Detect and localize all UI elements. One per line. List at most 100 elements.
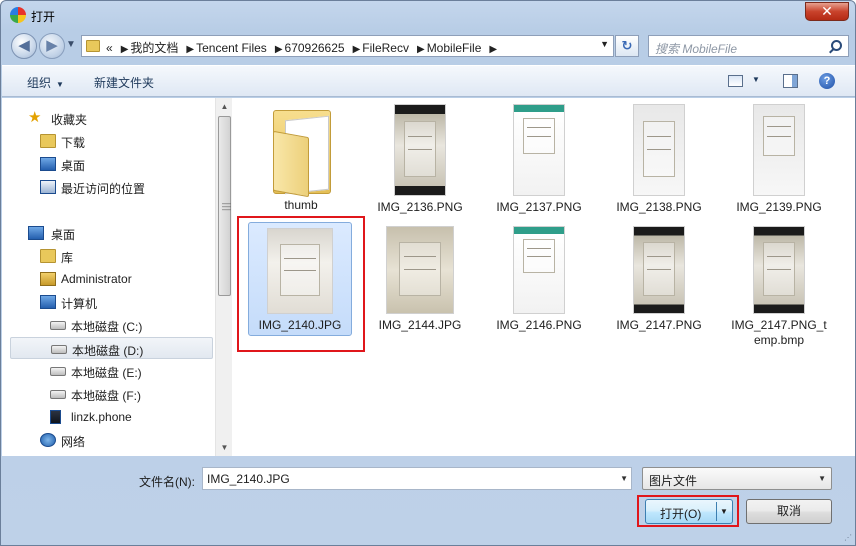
breadcrumb-item[interactable]: MobileFile: [427, 41, 482, 55]
sidebar-item-label: 桌面: [61, 159, 86, 173]
file-item[interactable]: IMG_2137.PNG: [480, 104, 598, 215]
image-thumbnail: [633, 226, 685, 314]
chevron-right-icon[interactable]: ▶: [353, 44, 361, 55]
close-button[interactable]: ✕: [805, 2, 849, 21]
filename-label: 文件名(N):: [139, 475, 195, 489]
breadcrumb-item[interactable]: FileRecv: [362, 41, 409, 55]
recent-pages-dropdown-icon[interactable]: ▼: [66, 39, 76, 50]
network-icon: [40, 433, 56, 447]
sidebar-item-label: 最近访问的位置: [61, 182, 146, 196]
file-name: thumb: [284, 198, 318, 212]
image-thumbnail: [753, 104, 805, 196]
file-name: IMG_2146.PNG: [496, 318, 582, 332]
chevron-down-icon[interactable]: ▼: [620, 474, 628, 483]
sidebar-item-label: Administrator: [61, 272, 132, 286]
image-thumbnail: [386, 226, 454, 314]
star-icon: ★: [28, 109, 42, 126]
recent-places-icon: [40, 180, 56, 194]
sidebar-item-drive-d[interactable]: 本地磁盘 (D:): [10, 337, 213, 359]
address-bar[interactable]: «▶ 我的文档 ▶ Tencent Files ▶ 670926625 ▶ FileRecv ▶…: [81, 35, 614, 57]
sidebar-item-network[interactable]: 网络: [16, 429, 221, 451]
chevron-right-icon[interactable]: ▶: [275, 44, 283, 55]
scroll-down-icon[interactable]: ▼: [216, 439, 233, 456]
file-item[interactable]: IMG_2147.PNG: [600, 226, 718, 333]
file-item[interactable]: IMG_2136.PNG: [361, 104, 479, 215]
sidebar-item-label: 本地磁盘 (F:): [71, 389, 141, 403]
organize-button[interactable]: 组织 ▼: [27, 74, 64, 91]
file-name: IMG_2138.PNG: [616, 200, 702, 214]
image-thumbnail: [753, 226, 805, 314]
file-list: thumb IMG_2136.PNG IMG_2137.PNG IMG_2138…: [234, 98, 855, 456]
sidebar-item-drive-e[interactable]: 本地磁盘 (E:): [16, 360, 221, 382]
view-options-dropdown-icon[interactable]: ▼: [752, 75, 760, 84]
sidebar-item-libraries[interactable]: 库: [16, 245, 221, 267]
image-thumbnail: [513, 226, 565, 314]
change-view-icon[interactable]: [728, 75, 743, 87]
filename-field[interactable]: IMG_2140.JPG ▼: [202, 467, 632, 490]
breadcrumb-overflow[interactable]: «: [106, 41, 113, 55]
help-icon[interactable]: ?: [819, 73, 835, 89]
file-item[interactable]: IMG_2144.JPG: [361, 226, 479, 333]
new-folder-button[interactable]: 新建文件夹: [94, 74, 154, 91]
file-item[interactable]: IMG_2138.PNG: [600, 104, 718, 215]
organize-label: 组织: [27, 76, 52, 90]
chevron-right-icon[interactable]: ▶: [417, 44, 425, 55]
sidebar-item-drive-f[interactable]: 本地磁盘 (F:): [16, 383, 221, 405]
chevron-right-icon[interactable]: ▶: [121, 44, 129, 55]
navigation-bar: ◀ ▶ ▼ «▶ 我的文档 ▶ Tencent Files ▶ 670926625 ▶ Fil…: [1, 31, 855, 61]
toolbar: 组织 ▼ 新建文件夹 ▼ ?: [2, 65, 855, 97]
sidebar-scrollbar[interactable]: ▲ — — — ▼: [215, 98, 232, 456]
sidebar-item-administrator[interactable]: Administrator: [16, 268, 221, 290]
scroll-up-icon[interactable]: ▲: [216, 98, 233, 115]
file-item-folder[interactable]: thumb: [242, 104, 360, 213]
sidebar-item-favorites[interactable]: ★ 收藏夹: [16, 107, 221, 129]
forward-button[interactable]: ▶: [39, 33, 65, 59]
search-input[interactable]: 搜索 MobileFile: [648, 35, 849, 57]
sidebar-item-label: 下载: [61, 136, 86, 150]
sidebar-item-label: 收藏夹: [51, 113, 88, 127]
file-name: IMG_2147.PNG_temp.bmp: [731, 318, 827, 347]
address-dropdown-icon[interactable]: ▼: [600, 39, 609, 49]
open-button-highlight: [637, 495, 739, 527]
sidebar-item-computer[interactable]: 计算机: [16, 291, 221, 313]
sidebar-item-desktop[interactable]: 桌面: [16, 153, 221, 175]
desktop-icon: [40, 157, 56, 171]
search-icon[interactable]: [831, 40, 842, 51]
file-type-select[interactable]: 图片文件 ▼: [642, 467, 832, 490]
sidebar-item-label: 本地磁盘 (D:): [72, 344, 144, 358]
chevron-right-icon[interactable]: ▶: [489, 44, 497, 55]
title-bar[interactable]: 打开 ✕: [1, 1, 855, 29]
file-item[interactable]: IMG_2139.PNG: [720, 104, 838, 215]
breadcrumb: «▶ 我的文档 ▶ Tencent Files ▶ 670926625 ▶ FileRecv ▶…: [106, 39, 499, 56]
drive-icon: [50, 321, 66, 330]
file-item[interactable]: IMG_2146.PNG: [480, 226, 598, 333]
sidebar-item-phone[interactable]: linzk.phone: [16, 406, 221, 428]
scrollbar-thumb[interactable]: — — —: [218, 116, 231, 296]
back-button[interactable]: ◀: [11, 33, 37, 59]
file-item[interactable]: IMG_2147.PNG_temp.bmp: [720, 226, 838, 348]
preview-pane-icon[interactable]: [783, 74, 798, 88]
user-folder-icon: [40, 272, 56, 286]
sidebar-item-drive-c[interactable]: 本地磁盘 (C:): [16, 314, 221, 336]
image-thumbnail: [633, 104, 685, 196]
file-type-value: 图片文件: [649, 474, 698, 488]
folder-icon: [269, 104, 333, 198]
computer-icon: [40, 295, 56, 309]
content-area: ★ 收藏夹 下载 桌面 最近访问的位置 桌面 库 Administrator 计算…: [2, 98, 855, 456]
drive-icon: [50, 367, 66, 376]
folder-icon: [86, 40, 100, 52]
sidebar-item-label: linzk.phone: [71, 410, 132, 424]
refresh-button[interactable]: ↻: [615, 35, 639, 57]
sidebar-item-recent-places[interactable]: 最近访问的位置: [16, 176, 221, 198]
file-name: IMG_2139.PNG: [736, 200, 822, 214]
breadcrumb-item[interactable]: 我的文档: [130, 41, 178, 55]
sidebar-item-desktop-root[interactable]: 桌面: [16, 222, 221, 244]
drive-icon: [50, 390, 66, 399]
sidebar-item-downloads[interactable]: 下载: [16, 130, 221, 152]
cancel-button[interactable]: 取消: [746, 499, 832, 524]
chevron-right-icon[interactable]: ▶: [186, 44, 194, 55]
breadcrumb-item[interactable]: 670926625: [285, 41, 345, 55]
app-icon: [10, 7, 26, 23]
resize-grip-icon[interactable]: ⋰: [844, 533, 852, 542]
breadcrumb-item[interactable]: Tencent Files: [196, 41, 267, 55]
